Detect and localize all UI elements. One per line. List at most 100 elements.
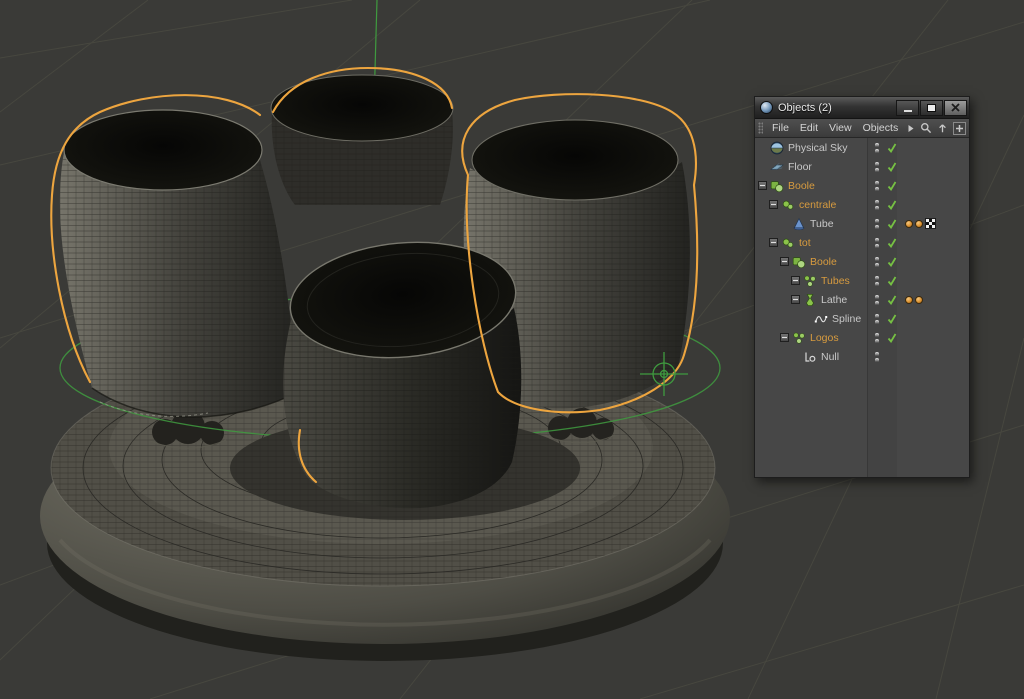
- visibility-dots[interactable]: [870, 142, 884, 153]
- null-icon: [803, 350, 817, 364]
- material-tag-icon[interactable]: [915, 219, 923, 228]
- tube-back[interactable]: [270, 74, 454, 205]
- enabled-check-icon[interactable]: [884, 218, 900, 230]
- enabled-check-icon[interactable]: [884, 180, 900, 192]
- editor-visibility-dot[interactable]: [875, 332, 879, 337]
- material-tag-icon[interactable]: [915, 295, 923, 304]
- tree-row-null[interactable]: Null: [755, 347, 969, 366]
- render-visibility-dot[interactable]: [875, 338, 879, 343]
- menu-item-edit[interactable]: Edit: [800, 122, 818, 134]
- editor-visibility-dot[interactable]: [875, 351, 879, 356]
- collapse-expander-icon[interactable]: [769, 238, 778, 247]
- render-visibility-dot[interactable]: [875, 243, 879, 248]
- editor-visibility-dot[interactable]: [875, 180, 879, 185]
- object-entry: Lathe: [755, 293, 867, 307]
- tree-row-centrale[interactable]: centrale: [755, 195, 969, 214]
- enabled-check-icon[interactable]: [884, 199, 900, 211]
- visibility-dots[interactable]: [870, 275, 884, 286]
- texture-tag-icon[interactable]: [925, 218, 936, 229]
- collapse-expander-icon[interactable]: [780, 333, 789, 342]
- visibility-dots[interactable]: [870, 161, 884, 172]
- visibility-dots[interactable]: [870, 237, 884, 248]
- object-label: centrale: [799, 198, 837, 211]
- menu-item-file[interactable]: File: [772, 122, 789, 134]
- visibility-dots[interactable]: [870, 199, 884, 210]
- editor-visibility-dot[interactable]: [875, 275, 879, 280]
- tree-row-lathe[interactable]: Lathe: [755, 290, 969, 309]
- enabled-check-icon[interactable]: [884, 256, 900, 268]
- tree-row-physical-sky[interactable]: Physical Sky: [755, 138, 969, 157]
- editor-visibility-dot[interactable]: [875, 161, 879, 166]
- enabled-check-icon[interactable]: [884, 275, 900, 287]
- tree-row-logos[interactable]: Logos: [755, 328, 969, 347]
- render-visibility-dot[interactable]: [875, 148, 879, 153]
- tree-row-floor[interactable]: Floor: [755, 157, 969, 176]
- render-visibility-dot[interactable]: [875, 205, 879, 210]
- render-visibility-dot[interactable]: [875, 224, 879, 229]
- objects-panel-app-icon: [760, 101, 773, 114]
- tree-row-tube[interactable]: Tube: [755, 214, 969, 233]
- enabled-check-icon[interactable]: [884, 313, 900, 325]
- visibility-dots[interactable]: [870, 180, 884, 191]
- editor-visibility-dot[interactable]: [875, 218, 879, 223]
- collapse-expander-icon[interactable]: [791, 295, 800, 304]
- render-visibility-dot[interactable]: [875, 186, 879, 191]
- maximize-button[interactable]: [920, 99, 943, 116]
- visibility-dots[interactable]: [870, 256, 884, 267]
- render-visibility-dot[interactable]: [875, 319, 879, 324]
- object-label: Boole: [810, 255, 837, 268]
- editor-visibility-dot[interactable]: [875, 199, 879, 204]
- tree-row-tubes[interactable]: Tubes: [755, 271, 969, 290]
- close-button[interactable]: [944, 99, 967, 116]
- enabled-check-icon[interactable]: [884, 294, 900, 306]
- tree-row-boole[interactable]: Boole: [755, 176, 969, 195]
- visibility-dots[interactable]: [870, 351, 884, 362]
- menu-item-view[interactable]: View: [829, 122, 852, 134]
- enabled-check-icon[interactable]: [884, 332, 900, 344]
- tree-row-tot[interactable]: tot: [755, 233, 969, 252]
- group-icon: [781, 236, 795, 250]
- close-icon: [951, 103, 960, 112]
- panel-grip[interactable]: [758, 122, 763, 134]
- object-entry: Physical Sky: [755, 141, 867, 155]
- editor-visibility-dot[interactable]: [875, 294, 879, 299]
- editor-visibility-dot[interactable]: [875, 256, 879, 261]
- tube-left[interactable]: [59, 109, 299, 418]
- enabled-check-icon[interactable]: [884, 237, 900, 249]
- object-label: tot: [799, 236, 811, 249]
- group-icon: [781, 198, 795, 212]
- visibility-dots[interactable]: [870, 313, 884, 324]
- tree-row-spline[interactable]: Spline: [755, 309, 969, 328]
- menu-item-objects[interactable]: Objects: [863, 122, 899, 134]
- collapse-expander-icon[interactable]: [791, 276, 800, 285]
- material-tag-icon[interactable]: [905, 219, 913, 228]
- visibility-dots[interactable]: [870, 294, 884, 305]
- search-icon[interactable]: [920, 122, 932, 134]
- collapse-expander-icon[interactable]: [758, 181, 767, 190]
- material-tag-icon[interactable]: [905, 295, 913, 304]
- minimize-button[interactable]: [896, 99, 919, 116]
- editor-visibility-dot[interactable]: [875, 142, 879, 147]
- render-visibility-dot[interactable]: [875, 262, 879, 267]
- editor-visibility-dot[interactable]: [875, 313, 879, 318]
- enabled-check-icon[interactable]: [884, 351, 900, 363]
- tree-row-boole[interactable]: Boole: [755, 252, 969, 271]
- menu-overflow-arrow-icon[interactable]: [907, 124, 915, 133]
- objects-panel-titlebar[interactable]: Objects (2): [755, 97, 969, 119]
- enabled-check-icon[interactable]: [884, 161, 900, 173]
- enabled-check-icon[interactable]: [884, 142, 900, 154]
- add-icon[interactable]: [953, 121, 967, 135]
- visibility-dots[interactable]: [870, 218, 884, 229]
- collapse-expander-icon[interactable]: [769, 200, 778, 209]
- render-visibility-dot[interactable]: [875, 357, 879, 362]
- render-visibility-dot[interactable]: [875, 300, 879, 305]
- editor-visibility-dot[interactable]: [875, 237, 879, 242]
- render-visibility-dot[interactable]: [875, 281, 879, 286]
- object-entry: Logos: [755, 331, 867, 345]
- render-visibility-dot[interactable]: [875, 167, 879, 172]
- tube-icon: [792, 217, 806, 231]
- object-label: Null: [821, 350, 840, 363]
- collapse-expander-icon[interactable]: [780, 257, 789, 266]
- up-arrow-icon[interactable]: [937, 123, 948, 134]
- visibility-dots[interactable]: [870, 332, 884, 343]
